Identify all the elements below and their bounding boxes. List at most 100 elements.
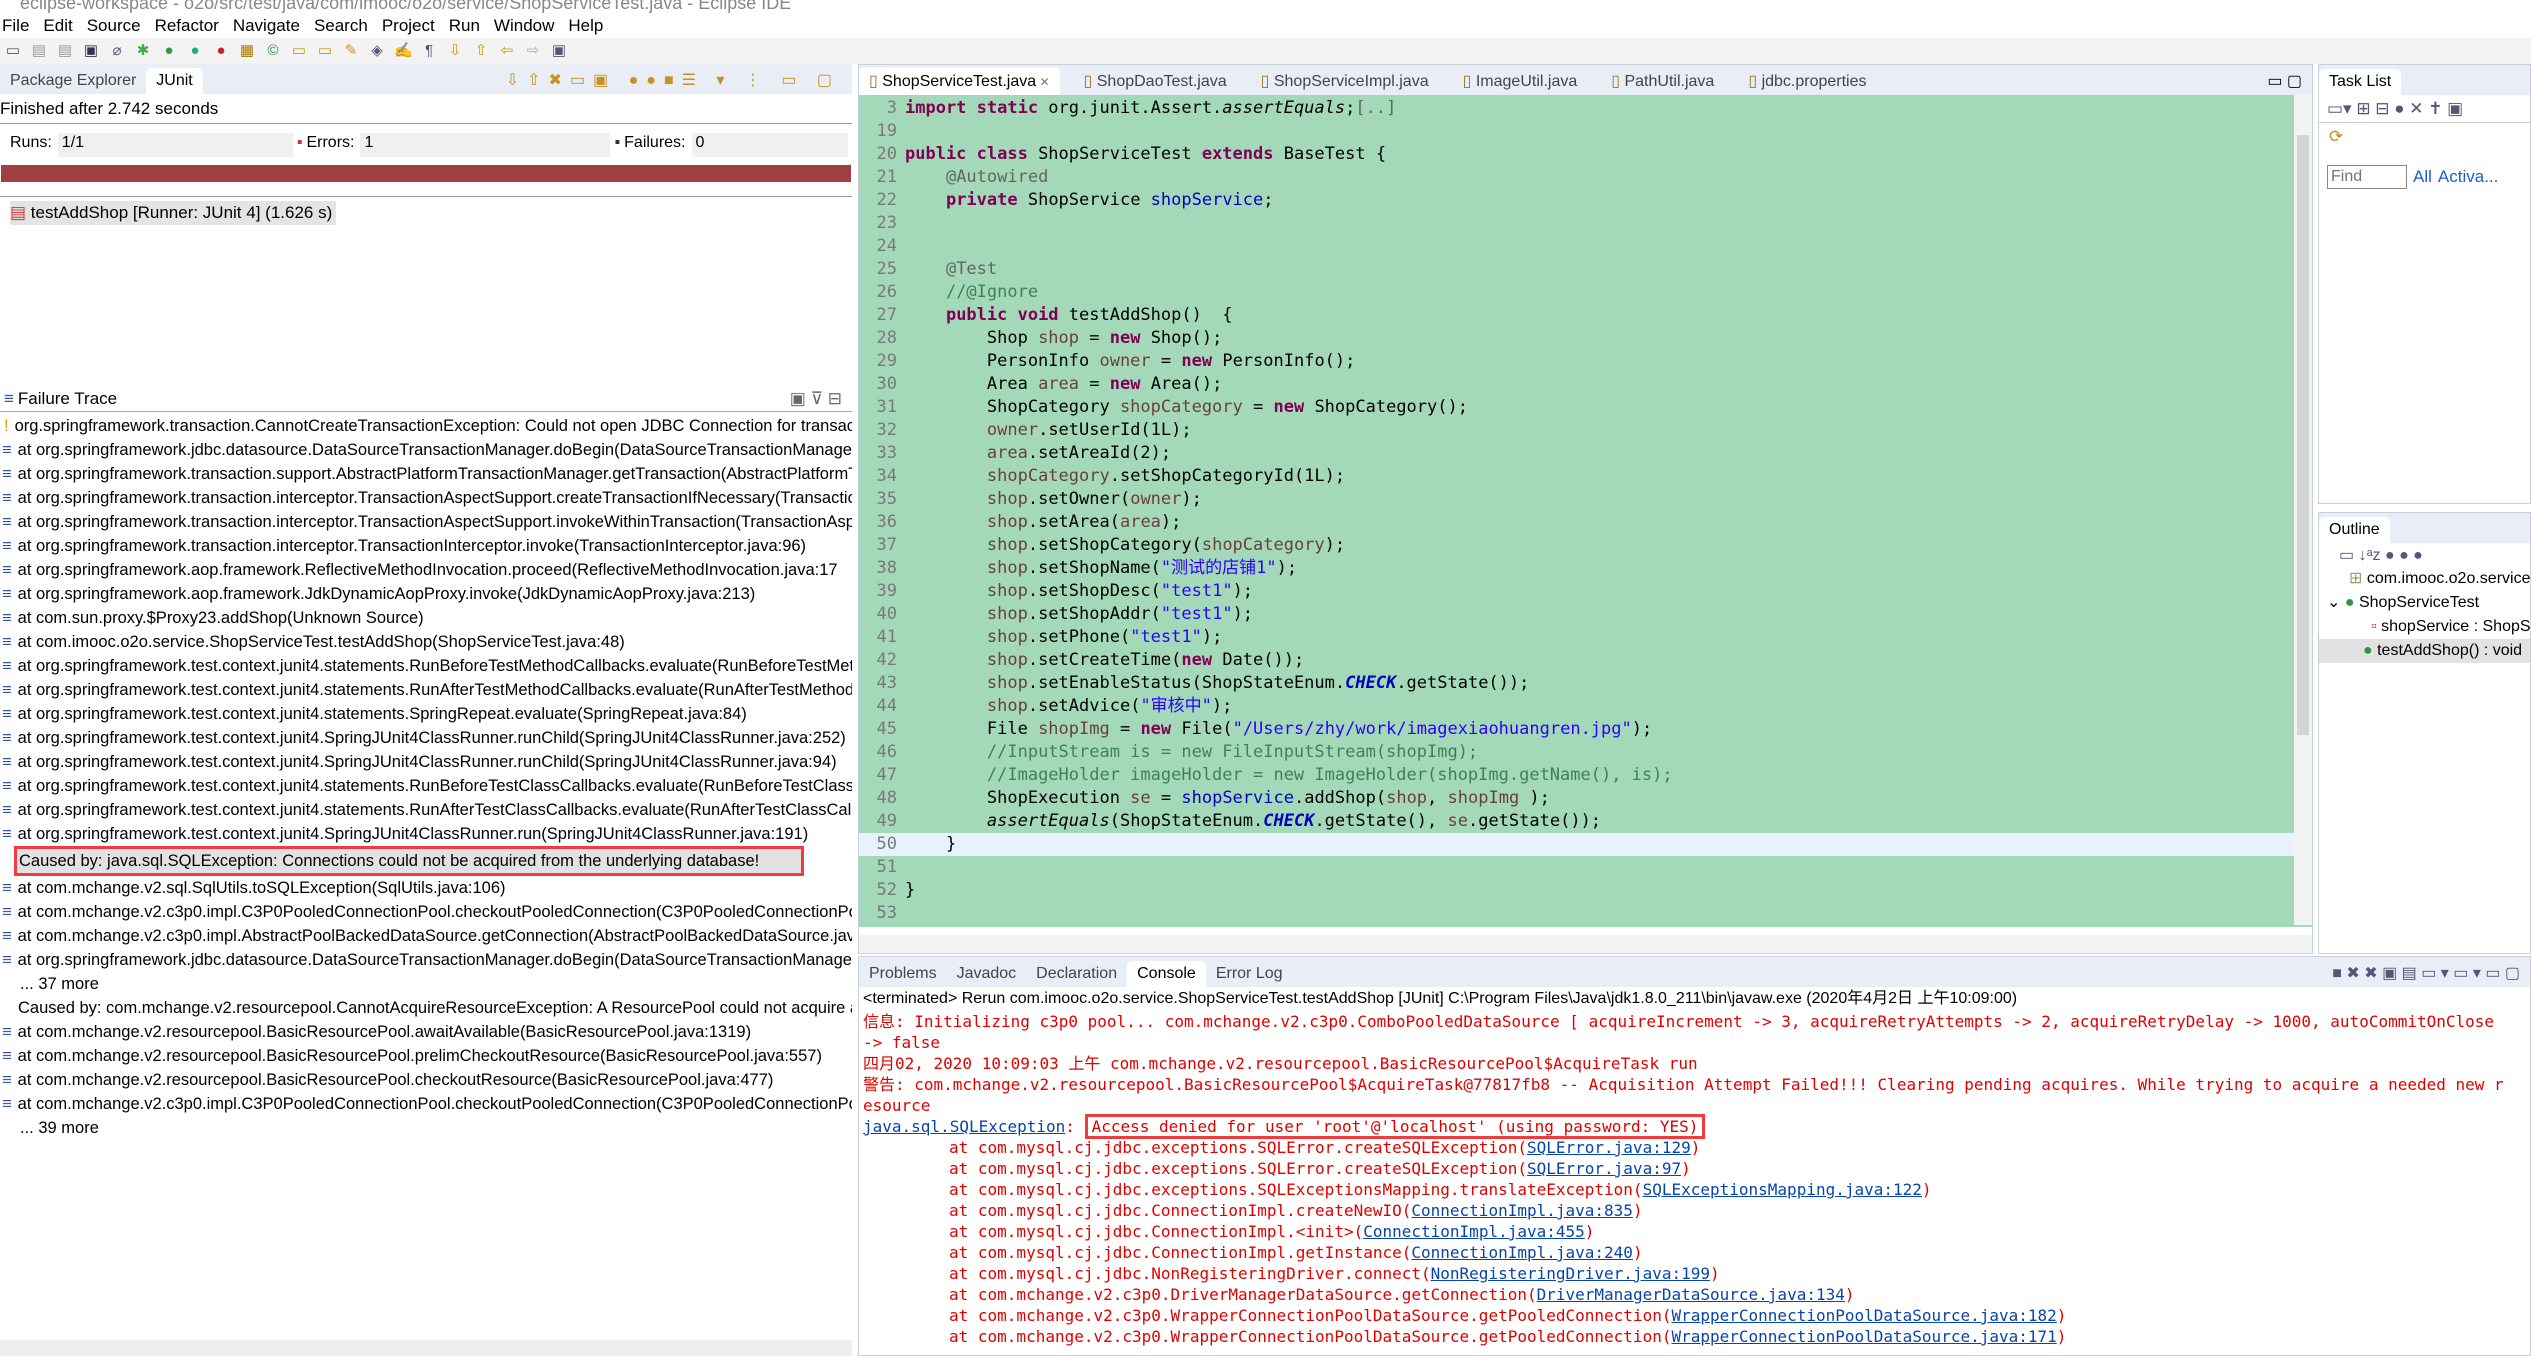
editor-vertical-scrollbar[interactable] (2294, 95, 2312, 925)
trace-row[interactable]: Caused by: java.sql.SQLException: Connec… (14, 846, 804, 876)
trace-row[interactable]: ≡ at org.springframework.test.context.jun… (0, 726, 852, 750)
trace-row[interactable]: ≡ at org.springframework.jdbc.datasource.… (0, 438, 852, 462)
trace-row[interactable]: ≡ at org.springframework.transaction.inte… (0, 510, 852, 534)
close-icon[interactable]: ✕ (1036, 75, 1049, 89)
trace-row[interactable]: ≡ at org.springframework.transaction.supp… (0, 462, 852, 486)
console-link[interactable]: WrapperConnectionPoolDataSource.java:182 (1671, 1306, 2056, 1325)
trace-row[interactable]: ≡ at org.springframework.test.context.jun… (0, 702, 852, 726)
editor-view-controls[interactable]: ▭ ▢ (2257, 67, 2312, 95)
terminal-icon[interactable]: ▣ (82, 42, 100, 60)
console-link[interactable]: SQLError.java:97 (1527, 1159, 1681, 1178)
editor-tab[interactable]: ▯ PathUtil.java (1601, 67, 1724, 95)
trace-row[interactable]: ≡ at com.mchange.v2.c3p0.impl.AbstractPoo… (0, 924, 852, 948)
menu-window[interactable]: Window (494, 14, 554, 38)
trace-row[interactable]: ≡ at org.springframework.test.context.jun… (0, 798, 852, 822)
tab-package-explorer[interactable]: Package Explorer (0, 68, 146, 94)
outline-method[interactable]: ● testAddShop() : void (2319, 639, 2530, 663)
code-editor[interactable]: 3 import static org.junit.Assert.assertEq… (859, 95, 2312, 927)
test-item[interactable]: ▤ testAddShop [Runner: JUnit 4] (1.626 s… (10, 201, 337, 225)
outline-field[interactable]: ▫ shopService : ShopService (2319, 615, 2530, 639)
menu-search[interactable]: Search (314, 14, 368, 38)
next-annotation-icon[interactable]: ⇩ (446, 42, 464, 60)
trace-row[interactable]: ≡ at com.mchange.v2.c3p0.impl.C3P0PooledC… (0, 1092, 852, 1116)
menu-navigate[interactable]: Navigate (233, 14, 300, 38)
junit-toolbar-icons[interactable]: ⇩⇧✖▭▣ ●●■☰ ▾ ⋮ ▭ ▢ (494, 66, 852, 94)
back-icon[interactable]: ⇦ (498, 42, 516, 60)
console-link[interactable]: SQLError.java:129 (1527, 1138, 1691, 1157)
trace-row[interactable]: ≡ at org.springframework.jdbc.datasource.… (0, 948, 852, 972)
save-all-icon[interactable]: ▤ (56, 42, 74, 60)
outline-package[interactable]: ⊞ com.imooc.o2o.service (2319, 567, 2530, 591)
console-link[interactable]: java.sql.SQLException (863, 1117, 1065, 1136)
trace-row[interactable]: ≡ at org.springframework.test.context.jun… (0, 678, 852, 702)
outline-toolbar[interactable]: ▭ ↓ᵃz ● ● ● (2319, 543, 2530, 567)
trace-toolbar-icons[interactable]: ▣ ⊽ ⊟ (790, 386, 852, 411)
tab-problems[interactable]: Problems (859, 961, 947, 987)
tab-declaration[interactable]: Declaration (1026, 961, 1127, 987)
trace-row[interactable]: ≡ at org.springframework.test.context.jun… (0, 822, 852, 846)
trace-row[interactable]: ≡ at org.springframework.transaction.inte… (0, 486, 852, 510)
console-link[interactable]: WrapperConnectionPoolDataSource.java:171 (1671, 1327, 2056, 1346)
trace-row[interactable]: ≡ at com.imooc.o2o.service.ShopServiceTes… (0, 630, 852, 654)
external-tools-icon[interactable]: ● (212, 42, 230, 60)
trace-row[interactable]: ≡ at com.mchange.v2.c3p0.impl.C3P0PooledC… (0, 900, 852, 924)
task-all-link[interactable]: All (2413, 167, 2432, 187)
trace-row[interactable]: ! org.springframework.transaction.CannotC… (0, 414, 852, 438)
console-link[interactable]: ConnectionImpl.java:455 (1363, 1222, 1585, 1241)
menu-source[interactable]: Source (87, 14, 141, 38)
editor-tab[interactable]: ▯ ImageUtil.java (1453, 67, 1588, 95)
new-icon[interactable]: ▭ (4, 42, 22, 60)
console-output[interactable]: 信息: Initializing c3p0 pool... com.mchang… (859, 1011, 2530, 1347)
toggle-mark-icon[interactable]: ✍ (394, 42, 413, 60)
menu-edit[interactable]: Edit (43, 14, 72, 38)
task-sync-icon[interactable]: ⟳ (2319, 123, 2530, 151)
console-toolbar[interactable]: ■ ✖ ✖ ▣ ▤ ▭ ▾ ▭ ▾ ▭ ▢ (2322, 959, 2530, 987)
new-class-icon[interactable]: © (264, 42, 282, 60)
save-icon[interactable]: ▤ (30, 42, 48, 60)
coverage-icon[interactable]: ● (186, 42, 204, 60)
trace-row[interactable]: ≡ at org.springframework.test.context.jun… (0, 774, 852, 798)
menu-project[interactable]: Project (382, 14, 435, 38)
trace-row[interactable]: ≡ at com.sun.proxy.$Proxy23.addShop(Unkno… (0, 606, 852, 630)
trace-row[interactable]: Caused by: com.mchange.v2.resourcepool.C… (0, 996, 852, 1020)
menu-run[interactable]: Run (449, 14, 480, 38)
editor-tab[interactable]: ▯ ShopDaoTest.java (1074, 67, 1237, 95)
menu-help[interactable]: Help (568, 14, 603, 38)
console-link[interactable]: SQLExceptionsMapping.java:122 (1643, 1180, 1922, 1199)
console-link[interactable]: DriverManagerDataSource.java:134 (1537, 1285, 1845, 1304)
perspective-icon[interactable]: ▣ (550, 42, 568, 60)
task-find-input[interactable] (2327, 165, 2407, 189)
skip-icon[interactable]: ⌀ (108, 42, 126, 60)
tab-task-list[interactable]: Task List (2319, 69, 2402, 95)
prev-annotation-icon[interactable]: ⇧ (472, 42, 490, 60)
tab-javadoc[interactable]: Javadoc (947, 961, 1027, 987)
trace-row[interactable]: ≡ at com.mchange.v2.resourcepool.BasicRes… (0, 1068, 852, 1092)
tab-junit[interactable]: JUnit (146, 68, 203, 94)
outline-class[interactable]: ⌄ ● ShopServiceTest (2319, 591, 2530, 615)
trace-row[interactable]: ≡ at com.mchange.v2.resourcepool.BasicRes… (0, 1020, 852, 1044)
editor-tab[interactable]: ▯ ShopServiceTest.java ✕ (859, 67, 1060, 95)
trace-row[interactable]: ≡ at org.springframework.aop.framework.Re… (0, 558, 852, 582)
trace-row[interactable]: ... 39 more (0, 1116, 852, 1140)
forward-icon[interactable]: ⇨ (524, 42, 542, 60)
tab-error-log[interactable]: Error Log (1206, 961, 1293, 987)
debug-icon[interactable]: ✱ (134, 42, 152, 60)
editor-tab[interactable]: ▯ jdbc.properties (1738, 67, 1876, 95)
tab-outline[interactable]: Outline (2319, 517, 2390, 543)
task-toolbar[interactable]: ▭▾ ⊞ ⊟ ● ✕ ✝ ▣ (2319, 95, 2530, 123)
menu-refactor[interactable]: Refactor (155, 14, 219, 38)
new-java-icon[interactable]: ▦ (238, 42, 256, 60)
trace-row[interactable]: ≡ at org.springframework.aop.framework.Jd… (0, 582, 852, 606)
tab-console[interactable]: Console (1127, 961, 1206, 987)
open-task-icon[interactable]: ▭ (316, 42, 334, 60)
trace-row[interactable]: ≡ at com.mchange.v2.resourcepool.BasicRes… (0, 1044, 852, 1068)
menu-file[interactable]: File (2, 14, 29, 38)
console-link[interactable]: ConnectionImpl.java:835 (1411, 1201, 1633, 1220)
trace-row[interactable]: ≡ at org.springframework.transaction.inte… (0, 534, 852, 558)
trace-row[interactable]: ≡ at org.springframework.test.context.jun… (0, 750, 852, 774)
trace-row[interactable]: ≡ at org.springframework.test.context.jun… (0, 654, 852, 678)
whitespace-icon[interactable]: ¶ (420, 42, 438, 60)
console-link[interactable]: NonRegisteringDriver.java:199 (1431, 1264, 1710, 1283)
search-icon[interactable]: ✎ (342, 42, 360, 60)
trace-row[interactable]: ≡ at com.mchange.v2.sql.SqlUtils.toSQLExc… (0, 876, 852, 900)
